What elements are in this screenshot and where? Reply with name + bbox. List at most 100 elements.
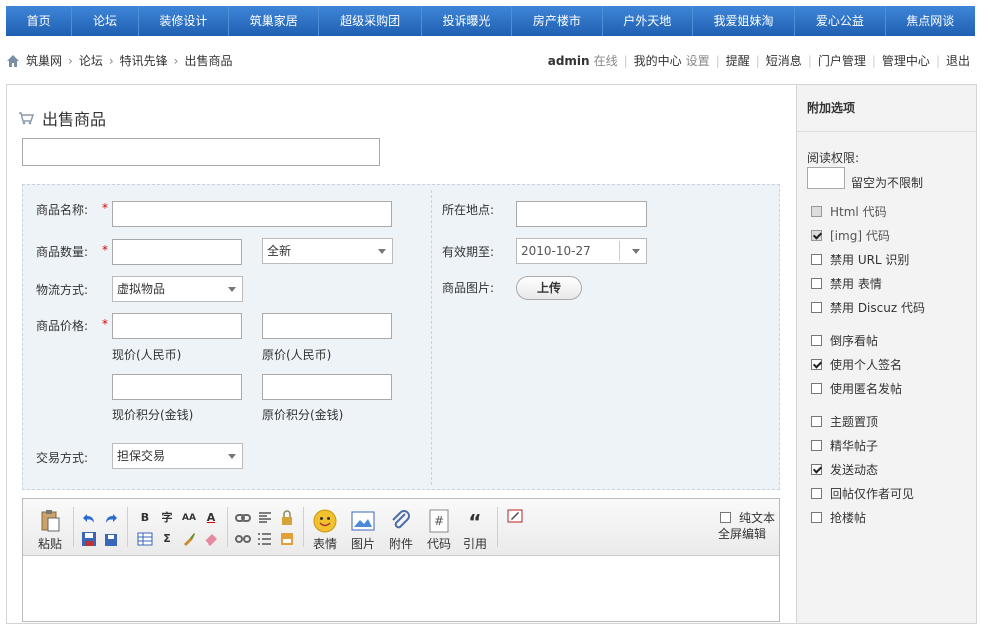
option-checkbox[interactable]: [811, 488, 822, 499]
price-now-caption: 现价(人民币): [112, 348, 182, 362]
fullscreen-button[interactable]: 全屏编辑: [718, 525, 766, 542]
my-center-link[interactable]: 我的中心: [634, 52, 682, 70]
option-checkbox[interactable]: [811, 359, 822, 370]
option-label: 精华帖子: [830, 439, 879, 453]
location-input[interactable]: [516, 201, 647, 227]
location-label: 所在地点:: [442, 203, 495, 217]
read-permission-input[interactable]: [807, 167, 845, 189]
emoji-label: 表情: [312, 537, 337, 551]
redo-icon[interactable]: [103, 510, 119, 526]
plain-text-checkbox[interactable]: [720, 512, 731, 523]
edit-box-icon[interactable]: [507, 508, 523, 524]
option-reverse-order[interactable]: 倒序看帖: [811, 332, 878, 349]
nav-item-realestate[interactable]: 房产楼市: [512, 6, 603, 36]
unlink-icon[interactable]: [235, 531, 251, 547]
nav-item-outdoor[interactable]: 户外天地: [603, 6, 693, 36]
nav-item-focus[interactable]: 焦点网谈: [886, 6, 975, 36]
paste-button[interactable]: 粘贴: [35, 509, 65, 552]
quote-button[interactable]: “ 引用: [459, 509, 491, 552]
option-checkbox[interactable]: [811, 335, 822, 346]
product-name-input[interactable]: [112, 201, 392, 227]
code-button[interactable]: # 代码: [423, 509, 455, 552]
undo-icon[interactable]: [81, 510, 97, 526]
plain-text-label: 纯文本: [739, 511, 776, 525]
option-checkbox[interactable]: [811, 302, 822, 313]
free-tag-icon[interactable]: [279, 531, 295, 547]
nav-item-sisters[interactable]: 我爱姐妹淘: [693, 6, 796, 36]
option-checkbox[interactable]: [811, 230, 822, 241]
attachment-button[interactable]: 附件: [385, 509, 417, 552]
quote-label: 引用: [462, 537, 487, 551]
option-sticky[interactable]: 主题置顶: [811, 413, 878, 430]
nav-item-furniture[interactable]: 筑巢家居: [229, 6, 320, 36]
credit-original-caption: 原价积分(金钱): [262, 408, 344, 422]
table-icon[interactable]: [137, 531, 153, 547]
nav-item-group-buy[interactable]: 超级采购团: [319, 6, 422, 36]
nav-item-complaints[interactable]: 投诉曝光: [422, 6, 513, 36]
breadcrumb-site[interactable]: 筑巢网: [26, 52, 62, 70]
save-icon[interactable]: [81, 531, 97, 547]
breadcrumb-separator: ›: [173, 54, 179, 68]
nav-item-charity[interactable]: 爱心公益: [795, 6, 886, 36]
price-now-input[interactable]: [112, 313, 242, 339]
option-floor-grab[interactable]: 抢楼帖: [811, 509, 866, 526]
option-disable-smilies[interactable]: 禁用 表情: [811, 275, 882, 292]
option-send-feed[interactable]: 发送动态: [811, 461, 878, 478]
nav-item-decoration[interactable]: 装修设计: [139, 6, 230, 36]
option-checkbox[interactable]: [811, 440, 822, 451]
bold-button[interactable]: B: [137, 510, 153, 526]
option-img[interactable]: [img] 代码: [811, 227, 890, 244]
option-checkbox[interactable]: [811, 254, 822, 265]
expire-date-picker[interactable]: 2010-10-27: [516, 238, 647, 264]
shipping-select[interactable]: 虚拟物品: [112, 276, 243, 302]
trade-method-select[interactable]: 担保交易: [112, 443, 243, 469]
option-checkbox[interactable]: [811, 278, 822, 289]
admin-center-link[interactable]: 管理中心: [882, 52, 930, 70]
home-icon[interactable]: [6, 54, 20, 68]
option-anonymous[interactable]: 使用匿名发帖: [811, 380, 902, 397]
nav-item-home[interactable]: 首页: [6, 6, 73, 36]
image-button[interactable]: 图片: [347, 509, 379, 552]
quantity-input[interactable]: [112, 239, 242, 265]
lock-icon[interactable]: [279, 510, 295, 526]
logout-link[interactable]: 退出: [946, 52, 970, 70]
link-icon[interactable]: [235, 510, 251, 526]
brush-icon[interactable]: [181, 531, 197, 547]
restore-icon[interactable]: [103, 531, 119, 547]
breadcrumb-forum[interactable]: 论坛: [79, 52, 103, 70]
credit-now-input[interactable]: [112, 374, 242, 400]
nav-item-forum[interactable]: 论坛: [72, 6, 139, 36]
price-original-caption: 原价(人民币): [262, 348, 332, 362]
option-checkbox[interactable]: [811, 512, 822, 523]
settings-link[interactable]: 设置: [686, 52, 710, 70]
messages-link[interactable]: 短消息: [766, 52, 802, 70]
price-original-input[interactable]: [262, 313, 392, 339]
font-color-button[interactable]: A: [203, 510, 219, 526]
option-disable-url[interactable]: 禁用 URL 识别: [811, 251, 909, 268]
option-checkbox[interactable]: [811, 383, 822, 394]
subject-input[interactable]: [22, 138, 380, 166]
option-digest[interactable]: 精华帖子: [811, 437, 878, 454]
remind-link[interactable]: 提醒: [726, 52, 750, 70]
option-html[interactable]: Html 代码: [811, 203, 887, 220]
emoji-button[interactable]: 表情: [309, 509, 341, 552]
sum-button[interactable]: Σ: [159, 531, 175, 547]
username[interactable]: admin: [548, 52, 590, 70]
option-checkbox[interactable]: [811, 464, 822, 475]
option-use-signature[interactable]: 使用个人签名: [811, 356, 902, 373]
credit-original-input[interactable]: [262, 374, 392, 400]
portal-admin-link[interactable]: 门户管理: [818, 52, 866, 70]
font-button[interactable]: 字: [159, 510, 175, 526]
option-checkbox[interactable]: [811, 206, 822, 217]
align-icon[interactable]: [257, 510, 273, 526]
eraser-icon[interactable]: [203, 531, 219, 547]
plain-text-option[interactable]: 纯文本: [720, 509, 775, 526]
list-icon[interactable]: [257, 531, 273, 547]
option-checkbox[interactable]: [811, 416, 822, 427]
breadcrumb-board[interactable]: 特讯先锋: [120, 52, 168, 70]
option-disable-discuz-code[interactable]: 禁用 Discuz 代码: [811, 299, 925, 316]
upload-button[interactable]: 上传: [516, 276, 582, 300]
option-author-only-reply[interactable]: 回帖仅作者可见: [811, 485, 914, 502]
font-size-button[interactable]: AA: [181, 510, 197, 526]
condition-select[interactable]: 全新: [262, 238, 393, 264]
